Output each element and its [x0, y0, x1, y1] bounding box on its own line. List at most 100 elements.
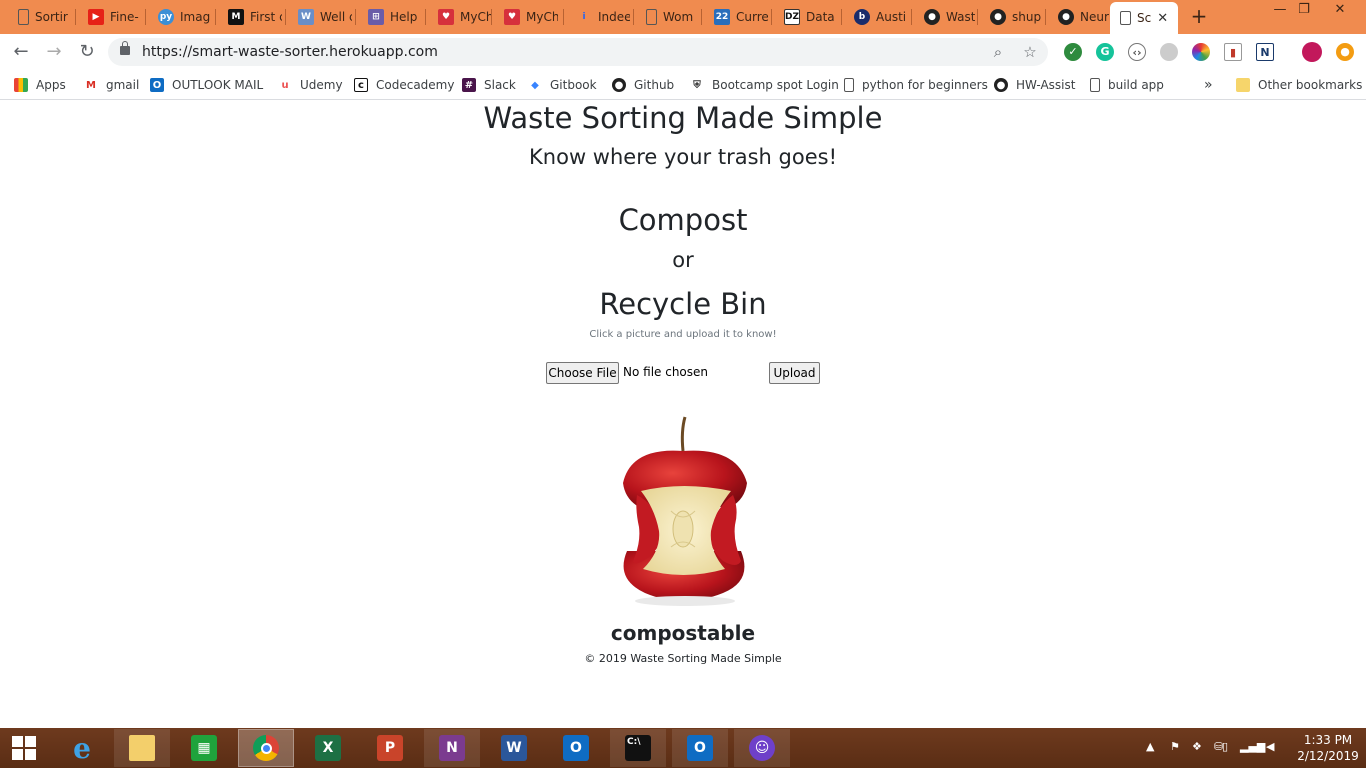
powerpoint-app[interactable]: P: [362, 729, 418, 767]
mychart-icon: ♥: [438, 9, 454, 25]
bookmark-item[interactable]: O OUTLOOK MAIL: [150, 76, 263, 94]
forward-button[interactable]: →: [42, 40, 66, 64]
b-icon: b: [854, 9, 870, 25]
tab-active[interactable]: Sc ✕: [1110, 2, 1178, 34]
dropbox-icon[interactable]: ❖: [1192, 740, 1202, 753]
store-app[interactable]: ▦: [176, 729, 232, 767]
bookmark-item[interactable]: ● Github: [612, 76, 674, 94]
bookmarks-overflow-button[interactable]: »: [1204, 76, 1213, 94]
start-button[interactable]: [0, 729, 48, 767]
terminal-app[interactable]: C:\: [610, 729, 666, 767]
tab-label: shup: [1012, 10, 1042, 24]
folder-icon: [129, 735, 155, 761]
bookmark-item[interactable]: python for beginners: [844, 76, 988, 94]
close-icon[interactable]: ✕: [1157, 11, 1168, 26]
tab[interactable]: Wom: [636, 4, 700, 30]
network-icon[interactable]: ▂▄▆: [1240, 740, 1265, 753]
profile-avatar[interactable]: [1302, 42, 1322, 62]
tab-label: MyCh: [460, 10, 492, 24]
battery-icon[interactable]: ▯: [1222, 740, 1228, 753]
tab[interactable]: ♥ MyCh: [494, 4, 558, 30]
url-text[interactable]: https://smart-waste-sorter.herokuapp.com: [142, 44, 438, 60]
youtube-icon: ▶: [88, 9, 104, 25]
bookmark-item[interactable]: ◆ Gitbook: [528, 76, 596, 94]
bookmark-item[interactable]: ⛨ Bootcamp spot Login: [690, 76, 839, 94]
footer-copyright: © 2019 Waste Sorting Made Simple: [584, 652, 782, 665]
code-extension-icon[interactable]: ‹›: [1128, 43, 1146, 61]
tab-separator: [841, 9, 842, 25]
tab-separator: [563, 9, 564, 25]
restore-button[interactable]: ❐: [1290, 2, 1318, 20]
github-icon: ●: [924, 9, 940, 25]
internet-explorer-icon: e: [73, 731, 91, 765]
folder-icon: [1236, 78, 1250, 92]
flag-icon[interactable]: ⚑: [1170, 740, 1180, 753]
upload-button[interactable]: Upload: [769, 362, 820, 384]
tab[interactable]: DZ Data: [774, 4, 838, 30]
bookmark-item[interactable]: ● HW-Assist: [994, 76, 1075, 94]
bookmark-item[interactable]: build app: [1090, 76, 1164, 94]
terminal-icon: C:\: [625, 735, 651, 761]
other-bookmarks[interactable]: Other bookmarks: [1236, 76, 1362, 94]
tab-separator: [75, 9, 76, 25]
bookmark-item[interactable]: c Codecademy: [354, 76, 454, 94]
excel-app[interactable]: X: [300, 729, 356, 767]
tab[interactable]: b Austi: [844, 4, 908, 30]
update-icon[interactable]: ●: [1336, 43, 1354, 61]
bookmark-label: OUTLOOK MAIL: [172, 78, 264, 92]
chrome-app[interactable]: [238, 729, 294, 767]
bookmark-item[interactable]: # Slack: [462, 76, 516, 94]
bookmark-item[interactable]: u Udemy: [278, 76, 342, 94]
github-icon: ●: [612, 78, 626, 92]
system-clock[interactable]: 1:33 PM 2/12/2019: [1296, 732, 1360, 764]
back-button[interactable]: ←: [9, 40, 33, 64]
outlook-app-2[interactable]: O: [672, 729, 728, 767]
tab[interactable]: ▶ Fine-: [78, 4, 142, 30]
bookmark-extension-icon[interactable]: ▮: [1224, 43, 1242, 61]
reload-button[interactable]: ↻: [75, 40, 99, 64]
tab[interactable]: W Well c: [288, 4, 352, 30]
tab[interactable]: ♥ MyCh: [428, 4, 492, 30]
choose-file-button[interactable]: Choose File: [546, 362, 619, 384]
tab-separator: [355, 9, 356, 25]
file-explorer-app[interactable]: [114, 729, 170, 767]
tab[interactable]: i Indee: [566, 4, 630, 30]
new-tab-button[interactable]: +: [1188, 5, 1210, 27]
address-bar[interactable]: https://smart-waste-sorter.herokuapp.com…: [108, 38, 1048, 66]
outlook-icon: O: [687, 735, 713, 761]
github-desktop-app[interactable]: ☺: [734, 729, 790, 767]
tab[interactable]: py Imag: [148, 4, 212, 30]
tab-strip: Sortir ▶ Fine-py Imag M First c W Well c ⊞ Help ♥ M…: [0, 0, 1366, 34]
zoom-icon[interactable]: ⌕: [988, 42, 1008, 62]
tab[interactable]: ● Wast: [914, 4, 978, 30]
notion-icon[interactable]: N: [1256, 43, 1274, 61]
volume-icon[interactable]: ◀: [1266, 740, 1274, 753]
tab[interactable]: ⊞ Help: [358, 4, 422, 30]
tab[interactable]: ● shup: [980, 4, 1044, 30]
outlook-app[interactable]: O: [548, 729, 604, 767]
tab-label: Indee: [598, 10, 630, 24]
tab-separator: [145, 9, 146, 25]
star-icon[interactable]: ☆: [1020, 42, 1040, 62]
tab-label: Curre: [736, 10, 768, 24]
onenote-app[interactable]: N: [424, 729, 480, 767]
word-app[interactable]: W: [486, 729, 542, 767]
show-hidden-icons-icon[interactable]: ▲: [1146, 740, 1154, 753]
internet-explorer-app[interactable]: e: [54, 729, 110, 767]
page-content: Waste Sorting Made Simple Know where you…: [0, 101, 1366, 728]
tab[interactable]: Sortir: [8, 4, 72, 30]
document-icon: [646, 9, 657, 25]
grammarly-icon[interactable]: G: [1096, 43, 1114, 61]
tab[interactable]: ● Neur: [1048, 4, 1112, 30]
color-wheel-icon[interactable]: [1192, 43, 1210, 61]
bookmark-item[interactable]: Apps: [14, 76, 66, 94]
checkmark-extension-icon[interactable]: ✓: [1064, 43, 1082, 61]
tab[interactable]: M First c: [218, 4, 282, 30]
bookmark-item[interactable]: Mgmail: [84, 76, 139, 94]
tab[interactable]: 22 Curre: [704, 4, 768, 30]
close-window-button[interactable]: ✕: [1326, 2, 1354, 20]
bookmark-label: build app: [1108, 78, 1164, 92]
bookmark-label: Github: [634, 78, 675, 92]
circle-extension-icon[interactable]: [1160, 43, 1178, 61]
tab-label: MyCh: [526, 10, 558, 24]
